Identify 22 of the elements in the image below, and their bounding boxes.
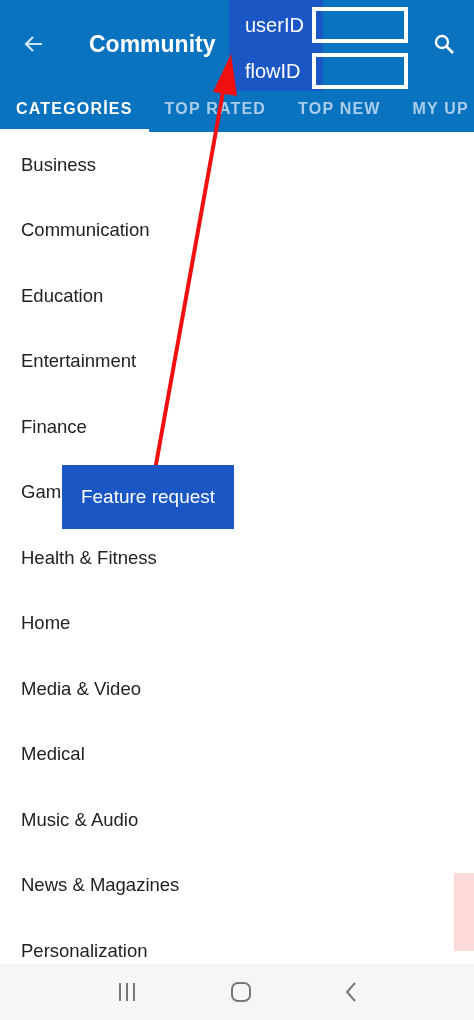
category-item[interactable]: Business: [21, 153, 97, 176]
annotation-label: Feature request: [62, 465, 234, 529]
category-item[interactable]: Education: [21, 284, 104, 307]
category-item[interactable]: Medical: [21, 743, 85, 766]
category-item[interactable]: Communication: [21, 219, 150, 242]
tab[interactable]: CATEGORİES: [0, 88, 149, 132]
category-item[interactable]: Health & Fitness: [21, 546, 157, 569]
category-item[interactable]: Gam: [21, 481, 62, 504]
search-icon[interactable]: [432, 32, 456, 56]
category-item[interactable]: News & Magazines: [21, 874, 180, 897]
category-item[interactable]: Entertainment: [21, 350, 137, 373]
app-title: Community: [89, 30, 217, 58]
category-item[interactable]: Home: [21, 612, 71, 635]
category-item[interactable]: Media & Video: [21, 677, 141, 700]
back-icon[interactable]: [344, 981, 358, 1003]
annotation-label: flowID: [245, 59, 302, 83]
category-item[interactable]: Music & Audio: [21, 808, 139, 831]
recent-apps-icon[interactable]: [116, 982, 138, 1002]
category-item[interactable]: Finance: [21, 415, 87, 438]
home-icon[interactable]: [230, 981, 252, 1003]
annotation-label: userID: [245, 13, 304, 37]
category-item[interactable]: Personalization: [21, 939, 148, 962]
